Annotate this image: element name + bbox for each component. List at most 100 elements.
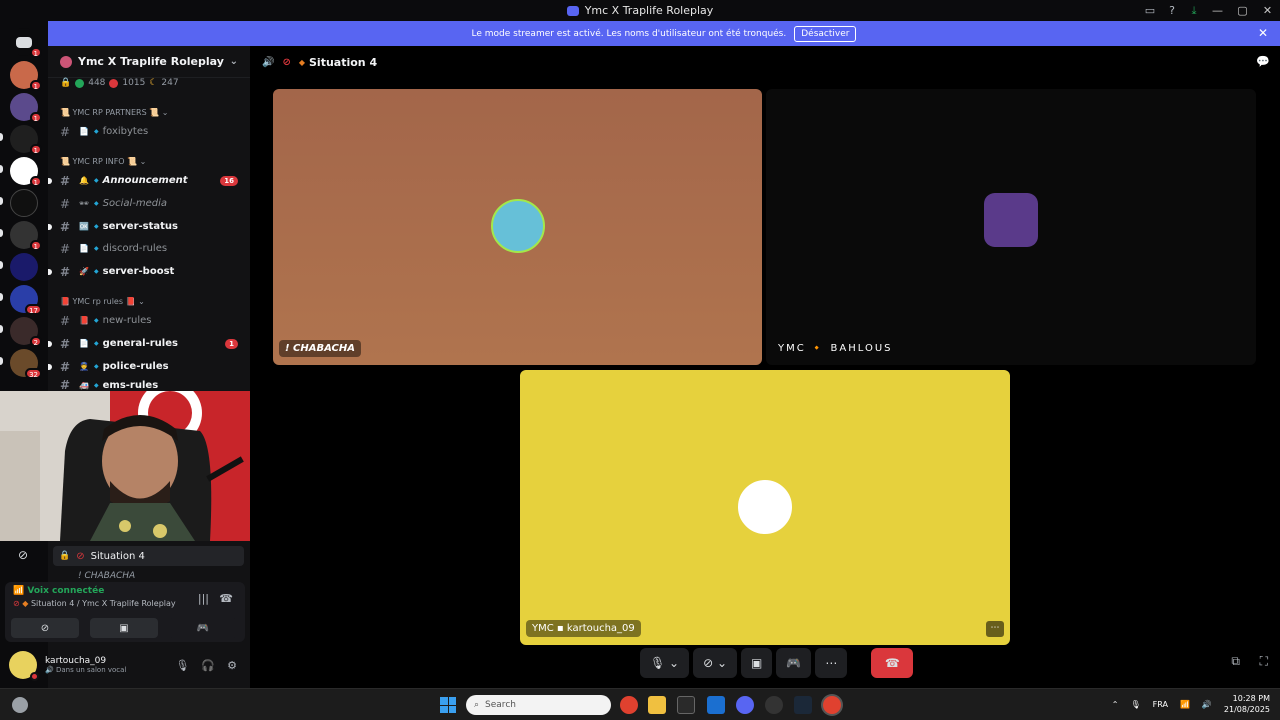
category-header[interactable]: 📕 YMC rp rules 📕 ⌄ [60, 297, 145, 306]
start-button[interactable] [440, 697, 456, 713]
category-header[interactable]: 📜 YMC RP PARTNERS 📜 ⌄ [60, 108, 168, 117]
channel-item[interactable]: # 🚑 ◆ ems-rules [58, 378, 244, 392]
participant-tile[interactable]: ! CHABACHA [273, 89, 762, 365]
server-icon[interactable]: 1 [10, 221, 42, 251]
disable-streamer-button[interactable]: Désactiver [794, 25, 857, 42]
home-button[interactable]: 1 [10, 28, 42, 58]
popout-icon[interactable]: ⧉ [1231, 654, 1240, 669]
server-icon[interactable]: 17 [10, 285, 42, 315]
webcam-overlay [0, 391, 265, 541]
server-icon[interactable]: 1 [10, 157, 42, 187]
notification-badge: 1 [29, 240, 42, 251]
activities-button[interactable]: 🎮 [169, 618, 237, 638]
activities-button[interactable]: 🎮 [776, 648, 812, 678]
call-controls: 🎙 ⌄ ⊘ ⌄ ▣ 🎮 ⋯ ☎ [640, 648, 914, 678]
hash-icon: # [59, 313, 71, 328]
channel-item[interactable]: # 🚀 ◆ server-boost [48, 261, 244, 282]
mention-badge: 16 [220, 175, 238, 186]
avatar [491, 199, 545, 253]
notification-badge: 2 [29, 336, 42, 347]
chevron-up-icon[interactable]: ⌃ [1112, 700, 1119, 709]
chevron-down-icon[interactable]: ⌄ [230, 56, 238, 67]
microphone-button[interactable]: 🎙 ⌄ [640, 648, 690, 678]
microphone-icon[interactable]: 🎙 [175, 659, 189, 672]
screen-share-button[interactable]: ▣ [90, 618, 158, 638]
channel-item[interactable]: # 📕 ◆ new-rules [58, 310, 244, 331]
screen-share-icon: ▣ [751, 656, 763, 670]
store-icon[interactable] [677, 696, 695, 714]
unread-pill [0, 293, 3, 301]
outlook-icon[interactable] [707, 696, 725, 714]
participant-name: YMC 🔸 BAHLOUS [778, 343, 893, 354]
close-icon[interactable]: ✕ [1258, 26, 1268, 40]
widgets-icon[interactable] [12, 697, 28, 713]
channel-item[interactable]: # 📄 ◆ foxibytes [58, 121, 244, 142]
search-input[interactable]: ⌕ Search [466, 695, 611, 715]
chrome-icon[interactable] [823, 696, 841, 714]
more-options-button[interactable]: ⋯ [986, 621, 1004, 637]
stage-title: Situation 4 [309, 55, 378, 69]
server-icon[interactable]: 2 [10, 317, 42, 347]
unread-pill [0, 197, 3, 205]
participant-tile[interactable]: YMC ▪ kartoucha_09 ⋯ [520, 370, 1010, 645]
screen-icon[interactable]: ▭ [1139, 0, 1161, 21]
app-icon[interactable] [765, 696, 783, 714]
channel-item[interactable]: # 🆗 ◆ server-status [48, 216, 244, 237]
volume-icon[interactable]: 🔊 [1202, 700, 1212, 709]
minimize-button[interactable]: — [1205, 0, 1230, 21]
more-button[interactable]: ⋯ [815, 648, 848, 678]
activity-icon[interactable]: ⊘ [8, 545, 38, 565]
download-icon[interactable]: ⤓ [1183, 0, 1205, 21]
hash-icon: # [59, 219, 71, 234]
participant-tile[interactable]: YMC 🔸 BAHLOUS [766, 89, 1256, 365]
category-header[interactable]: 📜 YMC RP INFO 📜 ⌄ [60, 157, 146, 166]
channel-item[interactable]: # 📄 ◆ discord-rules [58, 238, 244, 259]
server-icon[interactable] [10, 189, 38, 217]
steam-icon[interactable] [794, 696, 812, 714]
unread-pill [0, 357, 3, 365]
camera-off-button[interactable]: ⊘ [11, 618, 79, 638]
channel-item[interactable]: # 🔔 ◆ Announcement 16 [48, 170, 244, 191]
headphones-icon[interactable]: 🎧 [201, 659, 215, 672]
discord-app-icon[interactable] [736, 696, 754, 714]
server-icon[interactable]: 32 [10, 349, 42, 379]
streamer-mode-banner: Le mode streamer est activé. Les noms d'… [48, 21, 1280, 46]
language-indicator[interactable]: FRA [1153, 700, 1168, 709]
username: kartoucha_09 [45, 656, 107, 666]
help-icon[interactable]: ? [1161, 0, 1183, 21]
maximize-button[interactable]: ▢ [1230, 0, 1255, 21]
server-icon[interactable]: 1 [10, 125, 42, 155]
fullscreen-icon[interactable]: ⛶ [1260, 654, 1268, 669]
camera-button[interactable]: ⊘ ⌄ [693, 648, 738, 678]
server-badge-icon [60, 55, 72, 68]
avatar[interactable] [9, 651, 39, 681]
noise-suppression-icon[interactable]: ||| [198, 592, 209, 605]
microphone-icon[interactable]: 🎙 [1130, 700, 1140, 709]
voice-member[interactable]: ! CHABACHA [78, 571, 135, 581]
server-icon[interactable] [10, 253, 38, 281]
wifi-icon[interactable]: 📶 [1180, 700, 1190, 709]
voice-channel-item[interactable]: 🔒 ⊘ Situation 4 [53, 546, 244, 566]
no-entry-icon: ⊘ [282, 56, 291, 68]
server-header[interactable]: Ymc X Traplife Roleplay ⌄ [48, 46, 250, 78]
channel-item[interactable]: # 📄 ◆ general-rules 1 [48, 333, 244, 354]
end-call-button[interactable]: ☎ [871, 648, 914, 678]
clock[interactable]: 10:28 PM 21/08/2025 [1224, 693, 1270, 715]
disconnect-icon[interactable]: ☎ [219, 592, 233, 605]
server-icon[interactable]: 1 [10, 93, 42, 123]
speaker-icon: 🔊 [262, 56, 275, 68]
channel-item[interactable]: # 👮 ◆ police-rules [48, 356, 244, 377]
screen-share-button[interactable]: ▣ [741, 648, 773, 678]
lock-icon: 🔒 [59, 551, 71, 561]
screen-share-icon: ▣ [119, 622, 129, 634]
close-button[interactable]: ✕ [1255, 0, 1280, 21]
server-icon[interactable]: 1 [10, 61, 42, 91]
settings-icon[interactable]: ⚙ [227, 659, 237, 672]
chrome-icon[interactable] [620, 696, 638, 714]
phone-hangup-icon: ☎ [884, 656, 900, 670]
folder-icon[interactable] [648, 696, 666, 714]
chat-icon[interactable]: 💬 [1256, 55, 1270, 68]
notification-badge: 1 [29, 112, 42, 123]
channel-item[interactable]: # 🕶 ◆ Social-media [58, 193, 244, 214]
stage-header: 🔊 ⊘ ◆ Situation 4 💬 [262, 55, 1270, 69]
